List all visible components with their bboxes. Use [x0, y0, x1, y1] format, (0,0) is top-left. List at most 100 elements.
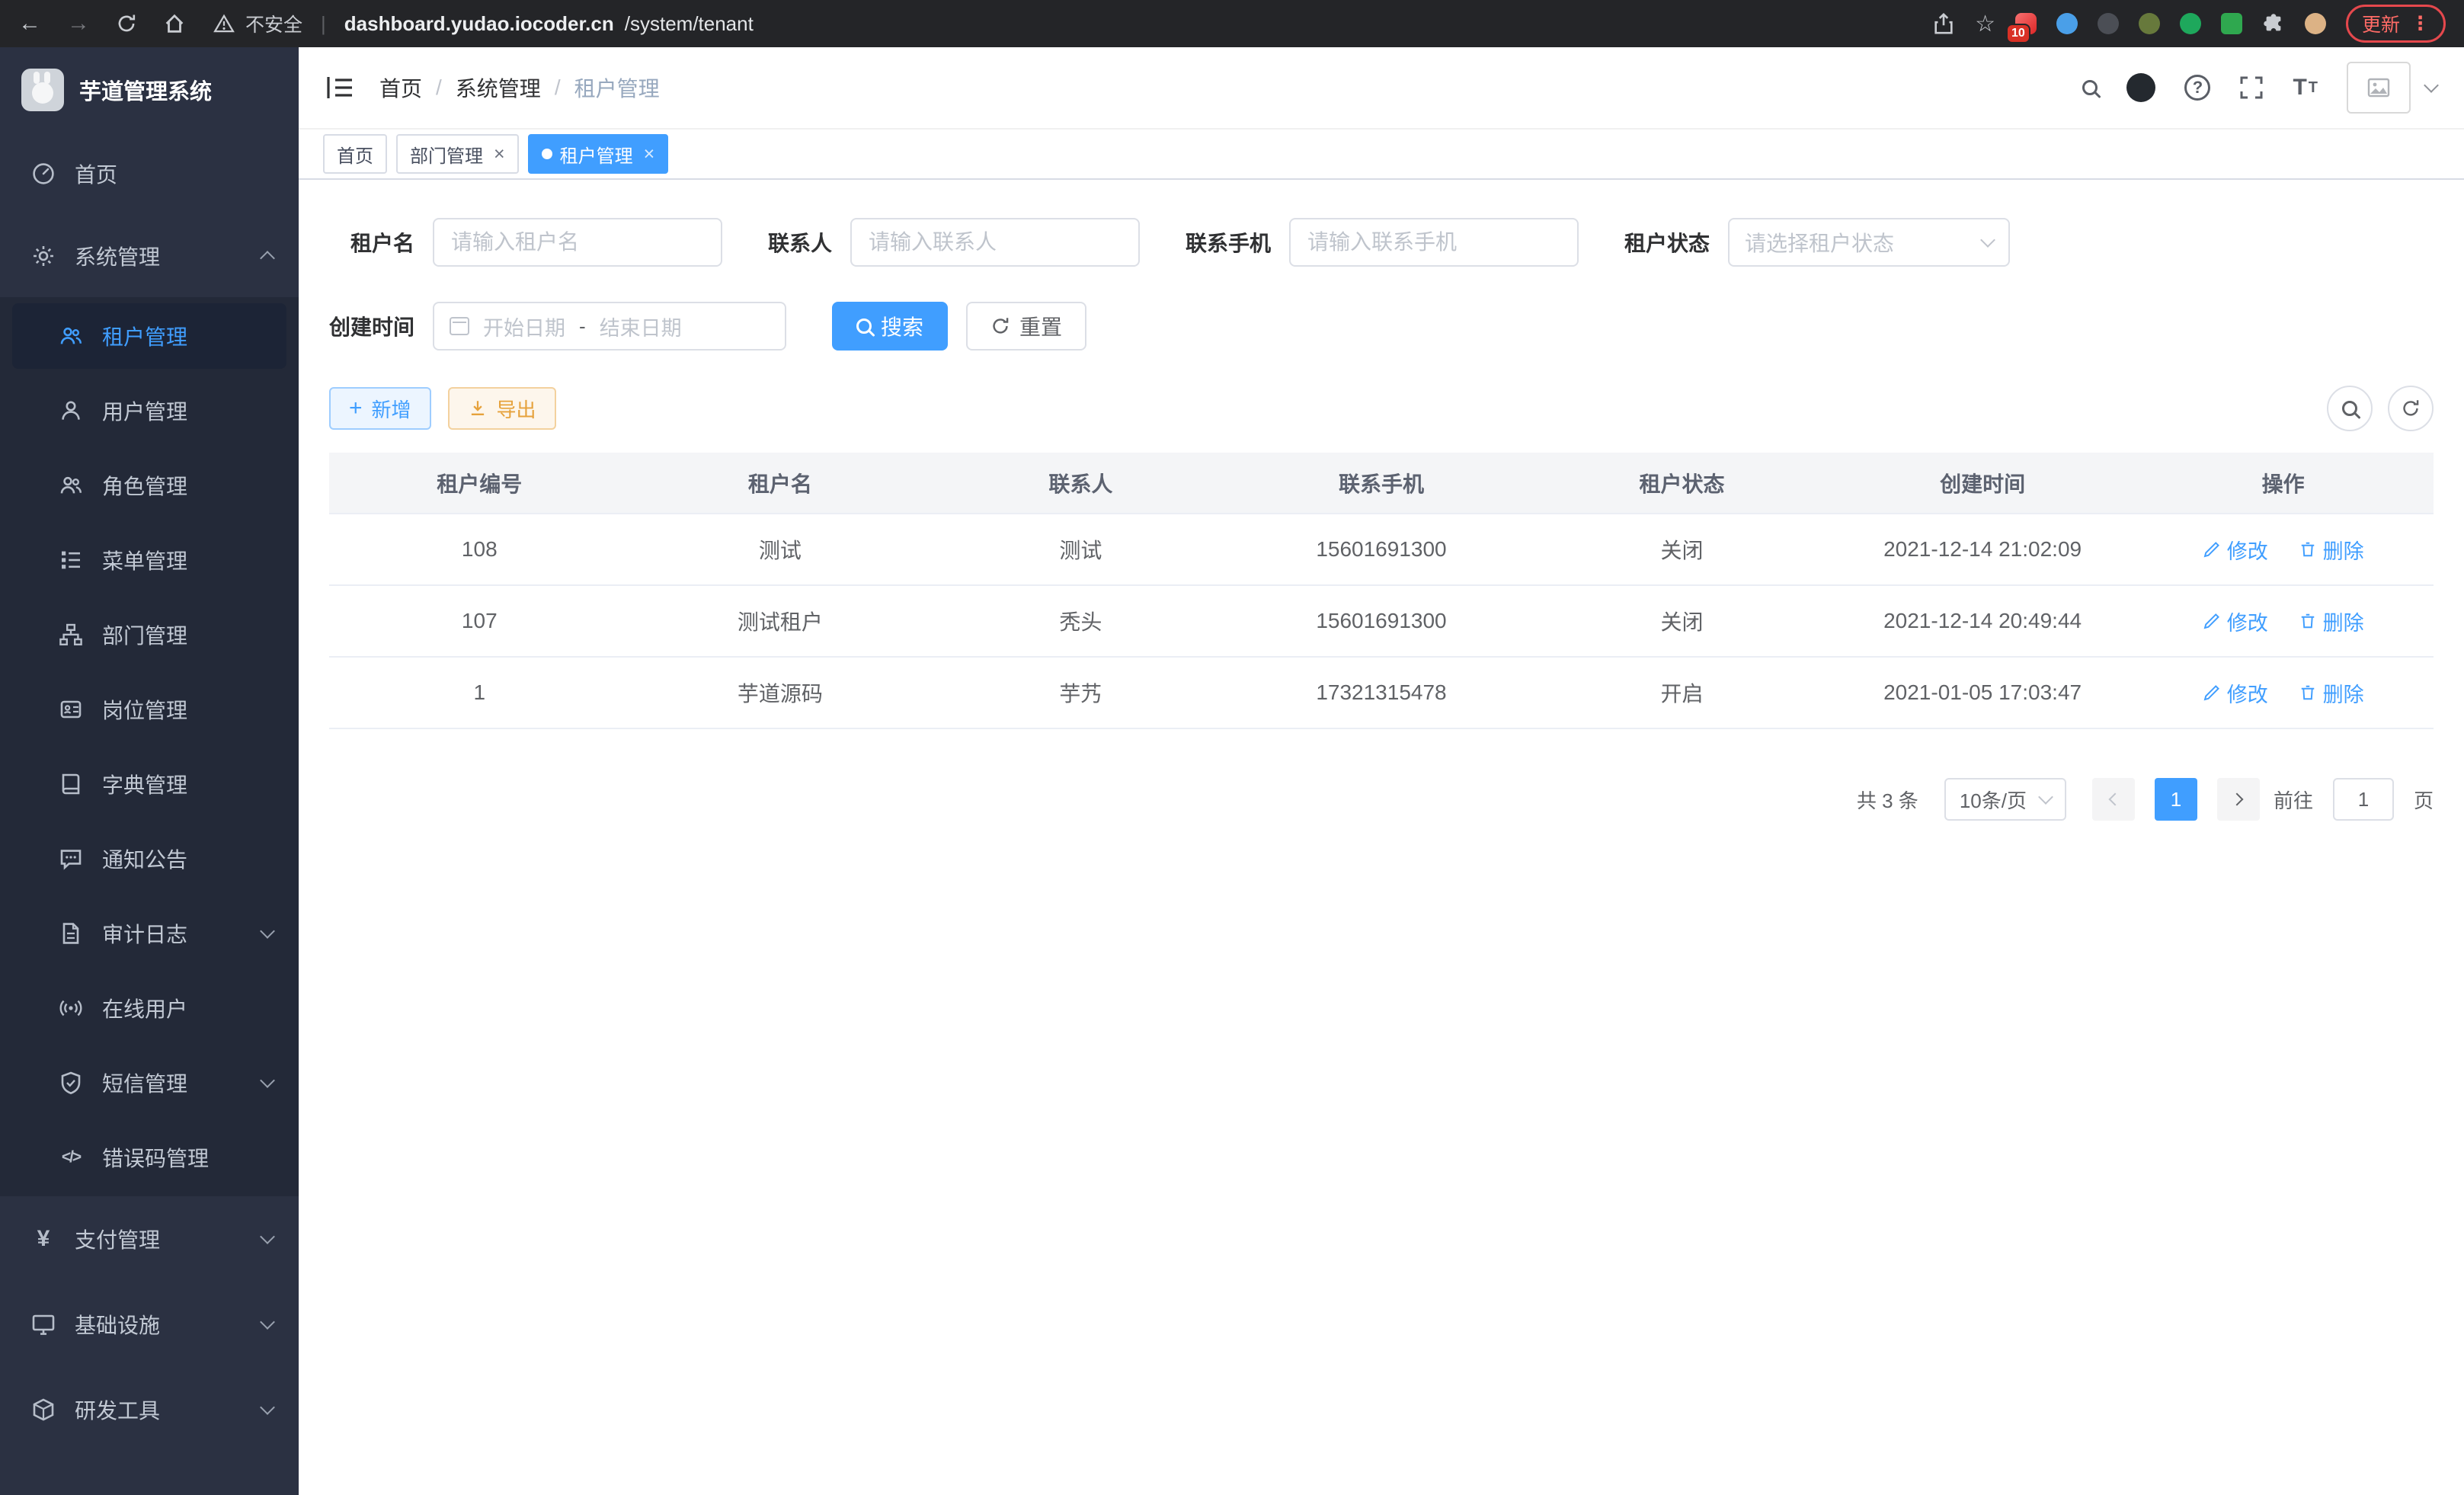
sidebar-item-sms[interactable]: 短信管理	[0, 1045, 299, 1120]
extension-icon-green-circle[interactable]	[2180, 13, 2201, 34]
tab-close-icon[interactable]: ×	[494, 143, 505, 165]
tab-label: 租户管理	[560, 141, 633, 168]
page-size-value: 10条/页	[1960, 786, 2027, 814]
page-unit-label: 页	[2414, 786, 2434, 814]
sidebar-item-devtools[interactable]: 研发工具	[0, 1367, 299, 1452]
update-label: 更新	[2362, 10, 2400, 37]
sidebar-toggle-icon[interactable]	[326, 75, 354, 100]
update-button[interactable]: 更新 ⋮	[2346, 5, 2446, 43]
sidebar-item-role[interactable]: 角色管理	[0, 448, 299, 523]
delete-link[interactable]: 删除	[2299, 607, 2364, 636]
fullscreen-icon[interactable]	[2239, 75, 2264, 100]
tab-tenant[interactable]: 租户管理 ×	[528, 134, 669, 174]
next-page-button[interactable]	[2217, 778, 2260, 821]
delete-link[interactable]: 删除	[2299, 678, 2364, 708]
sidebar-item-label: 系统管理	[75, 241, 244, 271]
chevron-down-icon	[260, 1073, 275, 1088]
sidebar-item-online-users[interactable]: 在线用户	[0, 971, 299, 1045]
goto-page-input[interactable]	[2333, 778, 2394, 821]
filter-label-tenant-name: 租户名	[329, 227, 414, 258]
sidebar-item-notice[interactable]: 通知公告	[0, 821, 299, 896]
chevron-down-icon	[260, 924, 275, 939]
sidebar-item-audit-log[interactable]: 审计日志	[0, 896, 299, 971]
sidebar-item-label: 基础设施	[75, 1309, 244, 1340]
user-menu-caret-icon[interactable]	[2424, 78, 2439, 93]
date-end-placeholder: 结束日期	[600, 312, 682, 341]
extension-icon-olive[interactable]	[2139, 13, 2160, 34]
reload-button[interactable]	[116, 13, 137, 34]
form-item-tenant-name: 租户名	[329, 218, 722, 267]
refresh-table-button[interactable]	[2388, 386, 2434, 431]
sidebar-item-infra[interactable]: 基础设施	[0, 1282, 299, 1367]
header-search-icon[interactable]	[2082, 80, 2098, 95]
tab-home[interactable]: 首页	[323, 134, 387, 174]
extension-icon-blue[interactable]	[2056, 13, 2078, 34]
tab-dept[interactable]: 部门管理 ×	[396, 134, 519, 174]
bookmark-star-icon[interactable]: ☆	[1975, 11, 1995, 37]
sidebar-item-post[interactable]: 岗位管理	[0, 672, 299, 747]
breadcrumb-separator: /	[555, 75, 561, 100]
forward-button[interactable]: →	[67, 11, 90, 37]
edit-link[interactable]: 修改	[2203, 535, 2268, 565]
user-avatar[interactable]	[2347, 62, 2411, 114]
cell-contact: 秃头	[930, 585, 1231, 657]
share-icon[interactable]	[1932, 12, 1955, 35]
page-number-button[interactable]: 1	[2155, 778, 2197, 821]
browser-home-button[interactable]	[163, 12, 186, 35]
cell-created: 2021-01-05 17:03:47	[1832, 657, 2133, 728]
create-time-range-picker[interactable]: 开始日期 - 结束日期	[433, 302, 786, 351]
tab-close-icon[interactable]: ×	[644, 143, 655, 165]
tenant-name-input[interactable]	[433, 218, 722, 267]
sidebar-item-error-code[interactable]: </> 错误码管理	[0, 1120, 299, 1195]
edit-link[interactable]: 修改	[2203, 678, 2268, 708]
shield-icon	[58, 1071, 84, 1095]
sidebar-item-system[interactable]: 系统管理	[0, 215, 299, 297]
sidebar-item-dict[interactable]: 字典管理	[0, 747, 299, 821]
sidebar-item-label: 在线用户	[102, 993, 277, 1023]
extensions-puzzle-icon[interactable]	[2262, 12, 2285, 35]
browser-right-controls: ☆ 10 更新 ⋮	[1932, 5, 2446, 43]
export-button[interactable]: 导出	[448, 387, 556, 430]
prev-page-button[interactable]	[2092, 778, 2135, 821]
add-button[interactable]: + 新增	[329, 387, 431, 430]
col-tenant-id: 租户编号	[329, 453, 630, 514]
help-icon[interactable]: ?	[2184, 75, 2210, 101]
sidebar: 芋道管理系统 首页 系统管理 租户管理 用户管理 角色管理	[0, 47, 299, 1495]
page-size-select[interactable]: 10条/页	[1944, 778, 2066, 821]
extension-icon-badged[interactable]: 10	[2015, 13, 2037, 34]
list-icon	[58, 548, 84, 572]
sidebar-item-pay[interactable]: ¥ 支付管理	[0, 1196, 299, 1282]
app-logo[interactable]: 芋道管理系统	[0, 47, 299, 133]
search-button[interactable]: 搜索	[832, 302, 948, 351]
sidebar-item-tenant[interactable]: 租户管理	[12, 303, 286, 369]
mobile-input[interactable]	[1289, 218, 1579, 267]
refresh-icon	[990, 316, 1010, 336]
font-size-icon[interactable]: TT	[2293, 75, 2318, 101]
address-bar[interactable]: 不安全 | dashboard.yudao.iocoder.cn/system/…	[213, 10, 1908, 37]
profile-avatar-icon[interactable]	[2305, 13, 2326, 34]
sidebar-item-dept[interactable]: 部门管理	[0, 597, 299, 672]
delete-link[interactable]: 删除	[2299, 535, 2364, 565]
breadcrumb-system[interactable]: 系统管理	[456, 72, 541, 103]
sidebar-item-label: 租户管理	[102, 321, 265, 351]
tenant-status-select[interactable]: 请选择租户状态	[1728, 218, 2010, 267]
reset-button[interactable]: 重置	[966, 302, 1086, 351]
extension-icon-green-square[interactable]	[2221, 13, 2242, 34]
sidebar-item-user[interactable]: 用户管理	[0, 373, 299, 448]
chevron-left-icon	[2108, 793, 2121, 806]
extension-icon-dark[interactable]	[2098, 13, 2119, 34]
back-button[interactable]: ←	[18, 11, 41, 37]
user-icon	[58, 399, 84, 423]
id-badge-icon	[58, 697, 84, 722]
contact-input[interactable]	[850, 218, 1140, 267]
toggle-search-button[interactable]	[2327, 386, 2373, 431]
edit-link[interactable]: 修改	[2203, 607, 2268, 636]
sidebar-item-home[interactable]: 首页	[0, 133, 299, 215]
sidebar-item-menu[interactable]: 菜单管理	[0, 523, 299, 597]
cell-status: 关闭	[1531, 585, 1832, 657]
github-icon[interactable]	[2126, 73, 2155, 102]
cell-tenant-name: 芋道源码	[630, 657, 931, 728]
top-navbar: 首页 / 系统管理 / 租户管理 ? TT	[299, 47, 2464, 130]
browser-menu-icon[interactable]: ⋮	[2411, 12, 2430, 35]
breadcrumb-home[interactable]: 首页	[379, 72, 422, 103]
